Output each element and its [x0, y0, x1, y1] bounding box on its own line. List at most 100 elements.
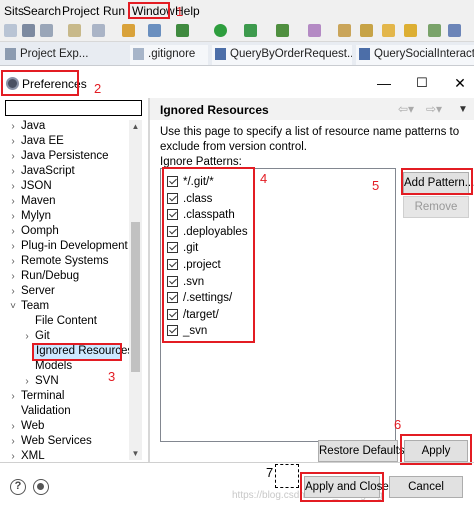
tree-item-label: Team	[21, 300, 50, 312]
external-tools-icon[interactable]	[244, 24, 257, 37]
java-file-icon	[359, 48, 370, 60]
tree-item-label: Git	[35, 330, 50, 342]
back-arrow-icon[interactable]: ⇦▾	[398, 102, 414, 116]
tree-item[interactable]: › JSON	[0, 179, 128, 194]
tree-item[interactable]: Validation	[0, 404, 128, 419]
restore-defaults-button[interactable]: Restore Defaults	[318, 440, 405, 462]
menu-item-search[interactable]: Search	[23, 4, 61, 18]
run-icon[interactable]	[214, 24, 227, 37]
annotation-next-icon[interactable]	[360, 24, 373, 37]
footer-separator	[0, 462, 474, 463]
tree-item-label: Validation	[21, 405, 71, 417]
tree-item-label: Web	[21, 420, 45, 432]
tree-item[interactable]: › Java	[0, 119, 128, 134]
tree-scrollbar-thumb[interactable]	[131, 222, 140, 372]
nav-back-icon[interactable]	[448, 24, 461, 37]
maximize-button[interactable]: ☐	[412, 74, 432, 92]
menu-item-project[interactable]: Project	[62, 4, 99, 18]
debug-icon[interactable]	[122, 24, 135, 37]
forward-arrow-icon[interactable]: ⇨▾	[426, 102, 442, 116]
view-menu-icon[interactable]: ▼	[458, 104, 468, 115]
pin-icon[interactable]	[382, 24, 395, 37]
chevron-right-icon[interactable]: ›	[8, 254, 18, 269]
scroll-up-icon[interactable]: ▲	[129, 120, 142, 133]
new-file-icon[interactable]	[4, 24, 17, 37]
servers-icon[interactable]	[176, 24, 189, 37]
tab-query-social-interaction[interactable]: QuerySocialInteractio...	[356, 45, 474, 65]
tree-item[interactable]: › Git	[0, 329, 128, 344]
record-macro-icon[interactable]	[33, 479, 49, 495]
panel-divider[interactable]	[148, 98, 150, 462]
chevron-right-icon[interactable]: ›	[8, 194, 18, 209]
tree-item[interactable]: › Java Persistence	[0, 149, 128, 164]
task-icon[interactable]	[404, 24, 417, 37]
tree-item[interactable]: › Web	[0, 419, 128, 434]
save-icon[interactable]	[22, 24, 35, 37]
chevron-right-icon[interactable]: ›	[8, 164, 18, 179]
tree-item[interactable]: › Mylyn	[0, 209, 128, 224]
tree-item-label: Java	[21, 120, 46, 132]
chevron-right-icon[interactable]: ›	[8, 224, 18, 239]
print-icon[interactable]	[68, 24, 81, 37]
tree-item-label: Server	[21, 285, 55, 297]
chevron-right-icon[interactable]: ›	[22, 329, 32, 344]
remove-button[interactable]: Remove	[403, 196, 469, 218]
chevron-down-icon[interactable]: ˅	[8, 299, 18, 314]
open-type-icon[interactable]	[308, 24, 321, 37]
close-button[interactable]: ✕	[450, 74, 470, 92]
menu-item-source[interactable]: Sits	[4, 4, 24, 18]
java-file-icon	[215, 48, 226, 60]
tree-item[interactable]: File Content	[0, 314, 128, 329]
annotation-dashed-box	[275, 464, 299, 488]
chevron-right-icon[interactable]: ›	[8, 239, 18, 254]
chevron-right-icon[interactable]: ›	[8, 284, 18, 299]
tree-item[interactable]: › Terminal	[0, 389, 128, 404]
new-java-project-icon[interactable]	[276, 24, 289, 37]
annotation-patterns-box	[162, 167, 255, 343]
tree-item[interactable]: › Server	[0, 284, 128, 299]
tree-item-label: Oomph	[21, 225, 59, 237]
tree-item-label: SVN	[35, 375, 59, 387]
scroll-down-icon[interactable]: ▼	[129, 447, 142, 460]
annotation-add-pattern-box	[401, 168, 473, 195]
outline-icon[interactable]	[428, 24, 441, 37]
skip-breakpoints-icon[interactable]	[92, 24, 105, 37]
search-icon[interactable]	[338, 24, 351, 37]
tree-item[interactable]: › Run/Debug	[0, 269, 128, 284]
tree-item[interactable]: › Plug-in Development	[0, 239, 128, 254]
chevron-right-icon[interactable]: ›	[8, 209, 18, 224]
chevron-right-icon[interactable]: ›	[8, 149, 18, 164]
chevron-right-icon[interactable]: ›	[8, 119, 18, 134]
tree-item[interactable]: › Web Services	[0, 434, 128, 449]
tree-item[interactable]: › Remote Systems	[0, 254, 128, 269]
tab-label: Project Exp...	[20, 48, 89, 60]
cancel-button[interactable]: Cancel	[389, 476, 463, 498]
tree-item-label: Remote Systems	[21, 255, 109, 267]
tree-item-label: Mylyn	[21, 210, 52, 222]
tree-item[interactable]: › Oomph	[0, 224, 128, 239]
tree-item[interactable]: › JavaScript	[0, 164, 128, 179]
save-all-icon[interactable]	[40, 24, 53, 37]
chevron-right-icon[interactable]: ›	[8, 434, 18, 449]
help-icon[interactable]: ?	[10, 479, 26, 495]
tab-query-by-order-request[interactable]: QueryByOrderRequest....	[212, 45, 352, 65]
chevron-right-icon[interactable]: ›	[22, 374, 32, 389]
filter-input[interactable]	[5, 100, 142, 116]
tree-item-label: Maven	[21, 195, 56, 207]
chevron-right-icon[interactable]: ›	[8, 269, 18, 284]
tree-item[interactable]: › Java EE	[0, 134, 128, 149]
tab-project-explorer[interactable]: Project Exp...	[2, 45, 120, 65]
chevron-right-icon[interactable]: ›	[8, 419, 18, 434]
minimize-button[interactable]: —	[374, 74, 394, 92]
chevron-right-icon[interactable]: ›	[8, 179, 18, 194]
tree-item-label: Run/Debug	[21, 270, 80, 282]
folder-icon	[5, 48, 16, 60]
menu-item-run[interactable]: Run	[103, 4, 125, 18]
terminal-icon[interactable]	[148, 24, 161, 37]
chevron-right-icon[interactable]: ›	[8, 134, 18, 149]
tree-item[interactable]: › Maven	[0, 194, 128, 209]
tree-item[interactable]: ˅ Team	[0, 299, 128, 314]
chevron-right-icon[interactable]: ›	[8, 389, 18, 404]
annotation-1: 1	[176, 4, 184, 19]
tab-gitignore[interactable]: .gitignore	[130, 45, 208, 65]
